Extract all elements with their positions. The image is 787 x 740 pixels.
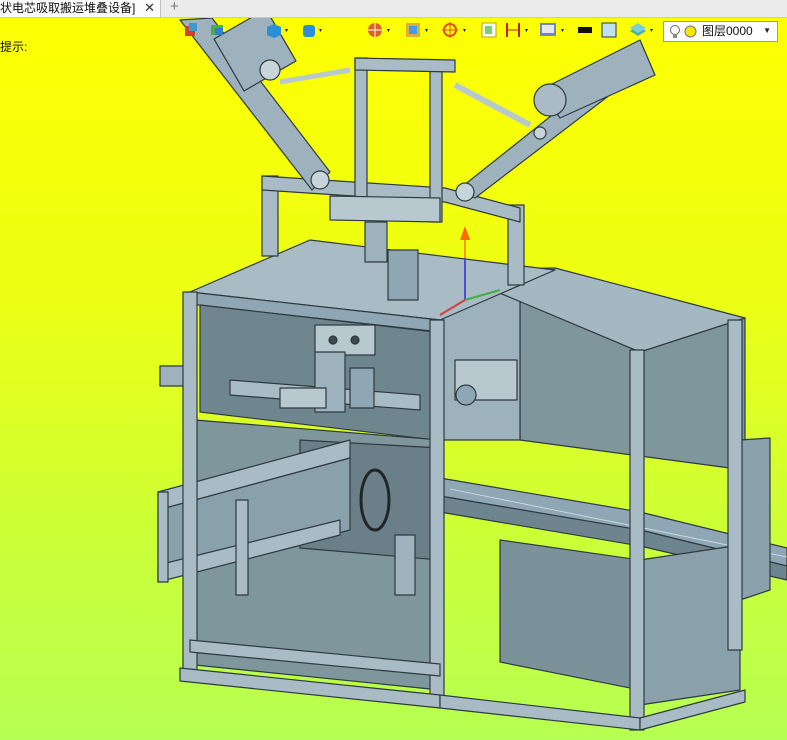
cad-viewport[interactable]: 状电芯吸取搬运堆叠设备] ✕ + 提示: 图层0000 ▼ xyxy=(0,0,787,740)
section-icon[interactable] xyxy=(481,22,497,40)
insert-part-icon[interactable] xyxy=(183,22,199,40)
cad-model-3d-view[interactable] xyxy=(0,0,787,740)
view-mode-icon[interactable] xyxy=(405,22,433,40)
new-tab-button[interactable]: + xyxy=(170,0,179,15)
display-settings-icon[interactable] xyxy=(539,22,569,40)
document-tab-title: 状电芯吸取搬运堆叠设备] xyxy=(0,1,136,15)
view-toolbar xyxy=(183,20,787,42)
document-tab-bar: 状电芯吸取搬运堆叠设备] ✕ + xyxy=(0,0,787,18)
layer-stack-icon[interactable] xyxy=(629,22,657,40)
fill-color-icon[interactable] xyxy=(601,22,617,40)
cylinder-shape-icon[interactable] xyxy=(301,22,327,40)
render-style-icon[interactable] xyxy=(367,22,395,40)
status-hint: 提示: xyxy=(0,40,28,54)
line-color-icon[interactable] xyxy=(577,22,593,40)
dimension-icon[interactable] xyxy=(505,22,535,40)
document-tab[interactable]: 状电芯吸取搬运堆叠设备] ✕ xyxy=(0,0,161,17)
box-shape-icon[interactable] xyxy=(265,22,291,40)
close-icon[interactable]: ✕ xyxy=(144,0,155,16)
align-icon[interactable] xyxy=(209,22,225,40)
coordinate-icon[interactable] xyxy=(441,22,471,40)
